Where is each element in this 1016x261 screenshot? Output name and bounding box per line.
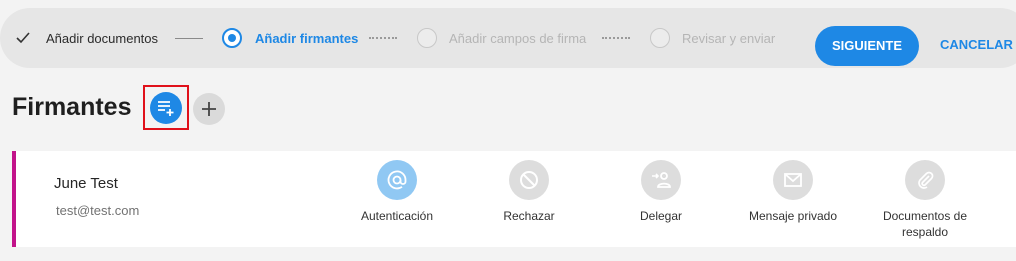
authentication-option[interactable] [377, 160, 417, 200]
next-button[interactable]: SIGUIENTE [815, 26, 919, 66]
step-connector [369, 37, 397, 39]
step-review-send: Revisar y enviar [682, 31, 776, 46]
step-connector [602, 37, 630, 39]
reject-option[interactable] [509, 160, 549, 200]
reject-label: Rechazar [503, 209, 555, 223]
block-icon [520, 171, 538, 189]
private-message-label: Mensaje privado [748, 209, 838, 223]
page-title: Firmantes [12, 93, 132, 121]
authentication-label: Autenticación [360, 209, 434, 223]
delegate-option[interactable] [641, 160, 681, 200]
supporting-documents-label: Documentos de respaldo [882, 209, 968, 239]
check-icon [16, 32, 30, 44]
supporting-documents-option[interactable] [905, 160, 945, 200]
delegate-user-icon [652, 172, 671, 188]
radio-empty-icon [417, 28, 437, 48]
delegate-label: Delegar [639, 209, 683, 223]
radio-empty-icon [650, 28, 670, 48]
add-signer-button[interactable] [193, 93, 225, 125]
private-message-option[interactable] [773, 160, 813, 200]
cancel-button[interactable]: CANCELAR [940, 37, 1013, 52]
signer-name: June Test [54, 175, 118, 192]
step-add-signature-fields: Añadir campos de firma [449, 31, 587, 46]
step-add-signers[interactable]: Añadir firmantes [255, 31, 358, 46]
signer-card: June Test test@test.com Autenticación Re… [12, 151, 1016, 247]
playlist-add-icon [158, 101, 174, 116]
step-connector [175, 38, 203, 39]
plus-icon [202, 102, 216, 116]
radio-active-icon [222, 28, 242, 48]
mail-icon [784, 173, 802, 187]
paperclip-icon [918, 171, 934, 189]
import-signers-button[interactable] [150, 92, 182, 124]
progress-stepper: Añadir documentos Añadir firmantes Añadi… [0, 8, 1016, 68]
step-add-documents[interactable]: Añadir documentos [46, 31, 158, 46]
signer-email: test@test.com [56, 203, 140, 218]
at-sign-icon [387, 170, 407, 190]
